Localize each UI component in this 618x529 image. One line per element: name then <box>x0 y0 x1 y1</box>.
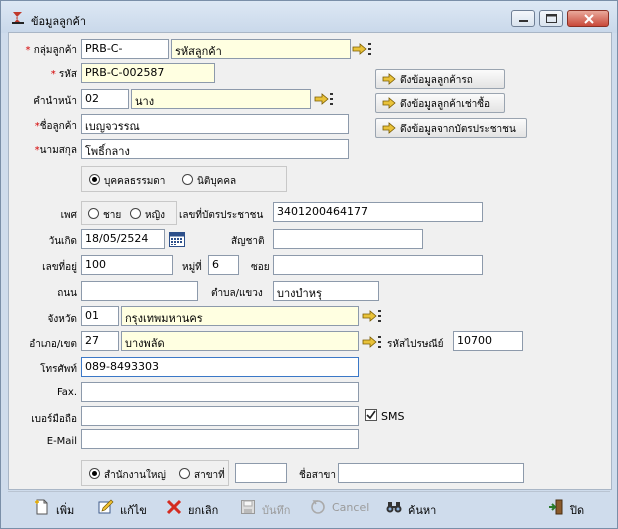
postcode-input[interactable]: 10700 <box>453 331 523 351</box>
title-code-input[interactable]: 02 <box>81 89 129 109</box>
minimize-icon <box>519 20 528 22</box>
birthdate-input[interactable]: 18/05/2524 <box>81 229 165 249</box>
district-code-input[interactable]: 27 <box>81 331 119 351</box>
checkmark-icon <box>366 410 376 420</box>
road-input[interactable] <box>81 281 198 301</box>
undo-icon <box>311 500 325 514</box>
minimize-button[interactable] <box>511 10 535 27</box>
email-input[interactable] <box>81 429 359 449</box>
group-label: * กลุ่มลูกค้า <box>25 45 77 56</box>
fetch-hire-customer-button[interactable]: ดึงข้อมูลลูกค้าเช่าซื้อ <box>375 93 505 113</box>
form-area: * กลุ่มลูกค้า PRB-C- รหัสลูกค้า * รหัส P… <box>8 32 612 490</box>
person-type-group: บุคคลธรรมดา นิติบุคคล <box>81 166 287 192</box>
binoculars-icon <box>386 502 402 513</box>
save-disk-icon <box>241 500 255 514</box>
close-window-button[interactable] <box>567 10 609 27</box>
idcard-input[interactable]: 3401200464177 <box>273 202 483 222</box>
birthdate-label: วันเกิด <box>48 236 77 247</box>
sex-label: เพศ <box>60 210 77 221</box>
nationality-label: สัญชาติ <box>231 236 265 247</box>
province-name-input[interactable]: กรุงเทพมหานคร <box>121 306 359 326</box>
lastname-input[interactable]: โพธิ์กลาง <box>81 139 349 159</box>
subdistrict-label: ตำบล/แขวง <box>211 288 263 299</box>
title-lookup-icon[interactable] <box>314 92 334 106</box>
idcard-label: เลขที่บัตรประชาชน <box>179 210 264 221</box>
app-icon <box>12 12 24 24</box>
houseno-label: เลขที่อยู่ <box>42 262 77 273</box>
houseno-input[interactable]: 100 <box>81 255 173 275</box>
code-label: * รหัส <box>50 69 77 80</box>
title-bar: ข้อมูลลูกค้า <box>1 1 617 33</box>
lastname-label: *นามสกุล <box>34 145 77 156</box>
sms-checkbox[interactable] <box>365 409 377 421</box>
natural-person-label: บุคคลธรรมดา <box>104 176 166 187</box>
edit-icon <box>98 499 114 514</box>
email-label: E-Mail <box>46 436 77 447</box>
branch-name-label: ชื่อสาขา <box>299 470 336 481</box>
branch-radio[interactable] <box>179 468 190 479</box>
mobile-label: เบอร์มือถือ <box>31 414 77 425</box>
nationality-input[interactable] <box>273 229 423 249</box>
province-label: จังหวัด <box>47 314 77 325</box>
fax-input[interactable] <box>81 382 359 402</box>
firstname-label: *ชื่อลูกค้า <box>34 121 77 132</box>
window-title: ข้อมูลลูกค้า <box>31 15 87 28</box>
male-label: ชาย <box>103 210 122 221</box>
close-icon <box>584 14 594 24</box>
group-code-input[interactable]: PRB-C- <box>81 39 169 59</box>
fetch-car-customer-button[interactable]: ดึงข้อมูลลูกค้ารถ <box>375 69 505 89</box>
bottom-toolbar: เพิ่ม แก้ไข ยกเลิก บันทึก Cancel ค้นหา ป… <box>8 491 610 522</box>
juristic-person-radio[interactable] <box>182 174 193 185</box>
head-office-label: สำนักงานใหญ่ <box>104 470 166 481</box>
district-name-input[interactable]: บางพลัด <box>121 331 359 351</box>
female-label: หญิง <box>145 210 165 221</box>
customer-window: ข้อมูลลูกค้า * กลุ่มลูกค้า PRB-C- รหัสลู… <box>0 0 618 529</box>
head-office-radio[interactable] <box>89 468 100 479</box>
soi-input[interactable] <box>273 255 483 275</box>
branch-label: สาขาที่ <box>194 470 225 481</box>
title-name-input[interactable]: นาง <box>131 89 311 109</box>
phone-input[interactable]: 089-8493303 <box>81 357 359 377</box>
new-document-icon <box>35 499 48 515</box>
pointing-hand-icon <box>382 97 396 109</box>
juristic-person-label: นิติบุคคล <box>197 176 237 187</box>
exit-door-icon <box>549 499 563 515</box>
subdistrict-input[interactable]: บางบำหรุ <box>273 281 379 301</box>
calendar-icon[interactable] <box>169 231 185 247</box>
sms-label: SMS <box>381 410 405 423</box>
maximize-icon <box>546 14 557 23</box>
maximize-button[interactable] <box>539 10 563 27</box>
moo-label: หมู่ที่ <box>182 262 202 273</box>
firstname-input[interactable]: เบญจวรรณ <box>81 114 349 134</box>
title-label: คำนำหน้า <box>33 96 77 107</box>
road-label: ถนน <box>57 288 77 299</box>
phone-label: โทรศัพท์ <box>40 364 77 375</box>
group-name-input[interactable]: รหัสลูกค้า <box>171 39 351 59</box>
natural-person-radio[interactable] <box>89 174 100 185</box>
district-lookup-icon[interactable] <box>362 335 382 349</box>
province-lookup-icon[interactable] <box>362 309 382 323</box>
district-label: อำเภอ/เขต <box>29 339 77 350</box>
pointing-hand-icon <box>382 122 396 134</box>
branch-no-input[interactable] <box>235 463 287 483</box>
postcode-label: รหัสไปรษณีย์ <box>387 339 444 350</box>
fax-label: Fax. <box>56 387 77 398</box>
delete-x-icon <box>166 499 182 515</box>
male-radio[interactable] <box>88 208 99 219</box>
mobile-input[interactable] <box>81 406 359 426</box>
soi-label: ซอย <box>251 262 270 273</box>
group-lookup-icon[interactable] <box>352 42 372 56</box>
branch-type-group: สำนักงานใหญ่ สาขาที่ <box>81 460 229 486</box>
branch-name-input[interactable] <box>338 463 524 483</box>
moo-input[interactable]: 6 <box>208 255 239 275</box>
pointing-hand-icon <box>382 73 396 85</box>
province-code-input[interactable]: 01 <box>81 306 119 326</box>
sex-group: ชาย หญิง <box>81 201 177 225</box>
code-input[interactable]: PRB-C-002587 <box>81 63 215 83</box>
female-radio[interactable] <box>130 208 141 219</box>
fetch-idcard-button[interactable]: ดึงข้อมูลจากบัตรประชาชน <box>375 118 527 138</box>
